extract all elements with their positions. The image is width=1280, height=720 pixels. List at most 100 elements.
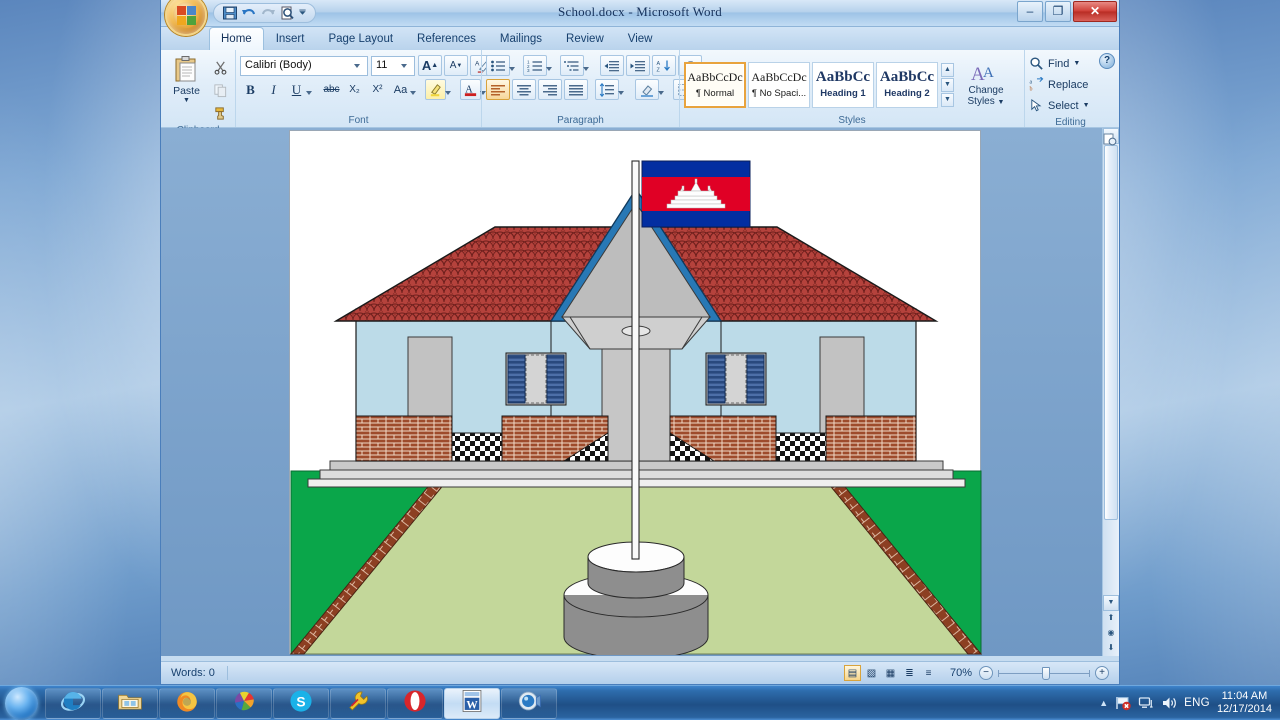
highlight-dropdown-arrow[interactable] bbox=[445, 90, 451, 95]
styles-scroll-up-button[interactable]: ▲ bbox=[941, 62, 954, 77]
taskbar-opera[interactable] bbox=[387, 687, 443, 719]
zoom-in-button[interactable]: + bbox=[1095, 666, 1109, 680]
font-size-input[interactable]: 11 bbox=[371, 55, 415, 76]
format-painter-icon[interactable] bbox=[210, 103, 231, 124]
change-case-dropdown-arrow[interactable] bbox=[410, 90, 416, 95]
underline-button[interactable]: U bbox=[286, 79, 307, 100]
bullets-icon[interactable] bbox=[486, 55, 510, 76]
save-icon[interactable] bbox=[222, 5, 238, 21]
line-spacing-icon[interactable] bbox=[595, 79, 619, 100]
tab-review[interactable]: Review bbox=[554, 27, 616, 50]
word-count[interactable]: Words: 0 bbox=[161, 666, 228, 680]
justify-icon[interactable] bbox=[564, 79, 588, 100]
outline-view[interactable]: ≣ bbox=[901, 665, 918, 681]
numbering-dropdown-arrow[interactable] bbox=[546, 66, 552, 71]
taskbar-internet-explorer[interactable] bbox=[45, 687, 101, 719]
action-center-icon[interactable] bbox=[1115, 695, 1131, 711]
customize-qat-icon[interactable] bbox=[298, 5, 307, 21]
cut-icon[interactable] bbox=[210, 57, 231, 78]
text-highlight-icon[interactable] bbox=[425, 79, 446, 100]
print-preview-icon[interactable] bbox=[279, 5, 295, 21]
shrink-font-icon[interactable]: A ▼ bbox=[444, 55, 468, 76]
tab-references[interactable]: References bbox=[405, 27, 488, 50]
help-icon[interactable]: ? bbox=[1099, 53, 1115, 69]
print-layout-view[interactable]: ▤ bbox=[844, 665, 861, 681]
underline-dropdown-arrow[interactable] bbox=[306, 90, 312, 95]
style-no-spaci[interactable]: AaBbCcDc ¶ No Spaci... bbox=[748, 61, 810, 108]
tab-page-layout[interactable]: Page Layout bbox=[316, 27, 405, 50]
numbering-icon[interactable]: 123 bbox=[523, 55, 547, 76]
tab-insert[interactable]: Insert bbox=[264, 27, 317, 50]
bullets-dropdown-arrow[interactable] bbox=[509, 66, 515, 71]
show-hidden-icons-button[interactable]: ▲ bbox=[1099, 698, 1108, 708]
change-case-button[interactable]: Aa bbox=[390, 79, 411, 100]
increase-indent-icon[interactable] bbox=[626, 55, 650, 76]
multilevel-dropdown-arrow[interactable] bbox=[583, 66, 589, 71]
select-dropdown-arrow[interactable]: ▼ bbox=[1083, 102, 1090, 109]
document-top-icon[interactable] bbox=[1103, 132, 1117, 146]
font-name-input[interactable]: Calibri (Body) bbox=[240, 55, 368, 76]
font-name-dropdown-arrow[interactable] bbox=[354, 63, 360, 68]
language-indicator[interactable]: ENG bbox=[1184, 697, 1210, 709]
zoom-slider[interactable]: − + bbox=[979, 666, 1119, 680]
select-button[interactable]: Select ▼ bbox=[1029, 95, 1090, 116]
superscript-button[interactable]: X² bbox=[367, 79, 388, 100]
select-browse-object-icon[interactable]: ◉ bbox=[1104, 626, 1118, 641]
shading-icon[interactable] bbox=[635, 79, 659, 100]
scroll-down-button[interactable]: ▼ bbox=[1103, 595, 1119, 611]
document-page[interactable] bbox=[289, 130, 983, 656]
taskbar-tool[interactable] bbox=[330, 687, 386, 719]
find-dropdown-arrow[interactable]: ▼ bbox=[1073, 60, 1080, 67]
volume-icon[interactable] bbox=[1161, 695, 1177, 711]
style-normal[interactable]: AaBbCcDc ¶ Normal bbox=[684, 61, 746, 108]
subscript-button[interactable]: X₂ bbox=[344, 79, 365, 100]
taskbar-skype[interactable]: S bbox=[273, 687, 329, 719]
taskbar-file-explorer[interactable] bbox=[102, 687, 158, 719]
restore-button[interactable]: ❐ bbox=[1045, 1, 1071, 22]
paste-dropdown-arrow[interactable]: ▼ bbox=[183, 97, 190, 104]
strikethrough-button[interactable]: abc bbox=[321, 79, 342, 100]
network-icon[interactable] bbox=[1138, 695, 1154, 711]
vertical-scrollbar[interactable]: ▲ ▼ ⬆ ◉ ⬇ bbox=[1102, 128, 1119, 656]
align-right-icon[interactable] bbox=[538, 79, 562, 100]
italic-button[interactable]: I bbox=[263, 79, 284, 100]
replace-button[interactable]: ab Replace bbox=[1029, 74, 1088, 95]
font-color-icon[interactable]: A bbox=[460, 79, 481, 100]
previous-page-icon[interactable]: ⬆ bbox=[1104, 611, 1118, 626]
zoom-level[interactable]: 70% bbox=[943, 667, 979, 679]
font-size-dropdown-arrow[interactable] bbox=[401, 63, 407, 68]
tab-view[interactable]: View bbox=[616, 27, 665, 50]
align-center-icon[interactable] bbox=[512, 79, 536, 100]
style-heading-1[interactable]: AaBbCс Heading 1 bbox=[812, 61, 874, 108]
web-layout-view[interactable]: ▦ bbox=[882, 665, 899, 681]
close-button[interactable]: ✕ bbox=[1073, 1, 1117, 22]
sort-icon[interactable]: AZ bbox=[652, 55, 676, 76]
taskbar-camera[interactable] bbox=[501, 687, 557, 719]
taskbar-picasa[interactable] bbox=[216, 687, 272, 719]
find-button[interactable]: Find ▼ bbox=[1029, 53, 1080, 74]
minimize-button[interactable]: – bbox=[1017, 1, 1043, 22]
align-left-icon[interactable] bbox=[486, 79, 510, 100]
style-heading-2[interactable]: AaBbCc Heading 2 bbox=[876, 61, 938, 108]
zoom-track[interactable] bbox=[998, 666, 1090, 680]
clock[interactable]: 11:04 AM 12/17/2014 bbox=[1217, 690, 1272, 716]
change-styles-button[interactable]: A A Change Styles ▼ bbox=[960, 61, 1012, 108]
draft-view[interactable]: ≡ bbox=[920, 665, 937, 681]
line-spacing-dropdown-arrow[interactable] bbox=[618, 90, 624, 95]
start-button[interactable] bbox=[0, 686, 44, 720]
bold-button[interactable]: B bbox=[240, 79, 261, 100]
undo-icon[interactable] bbox=[241, 5, 257, 21]
next-page-icon[interactable]: ⬇ bbox=[1104, 641, 1118, 656]
paste-button[interactable]: Paste ▼ bbox=[165, 55, 208, 104]
styles-scroll-down-button[interactable]: ▼ bbox=[941, 77, 954, 92]
zoom-out-button[interactable]: − bbox=[979, 666, 993, 680]
tab-mailings[interactable]: Mailings bbox=[488, 27, 554, 50]
grow-font-icon[interactable]: A ▲ bbox=[418, 55, 442, 76]
styles-more-button[interactable]: ▼ bbox=[941, 92, 954, 107]
decrease-indent-icon[interactable] bbox=[600, 55, 624, 76]
multilevel-list-icon[interactable] bbox=[560, 55, 584, 76]
taskbar-firefox[interactable] bbox=[159, 687, 215, 719]
taskbar-word[interactable]: W bbox=[444, 687, 500, 719]
full-screen-reading-view[interactable]: ▧ bbox=[863, 665, 880, 681]
tab-home[interactable]: Home bbox=[209, 27, 264, 50]
